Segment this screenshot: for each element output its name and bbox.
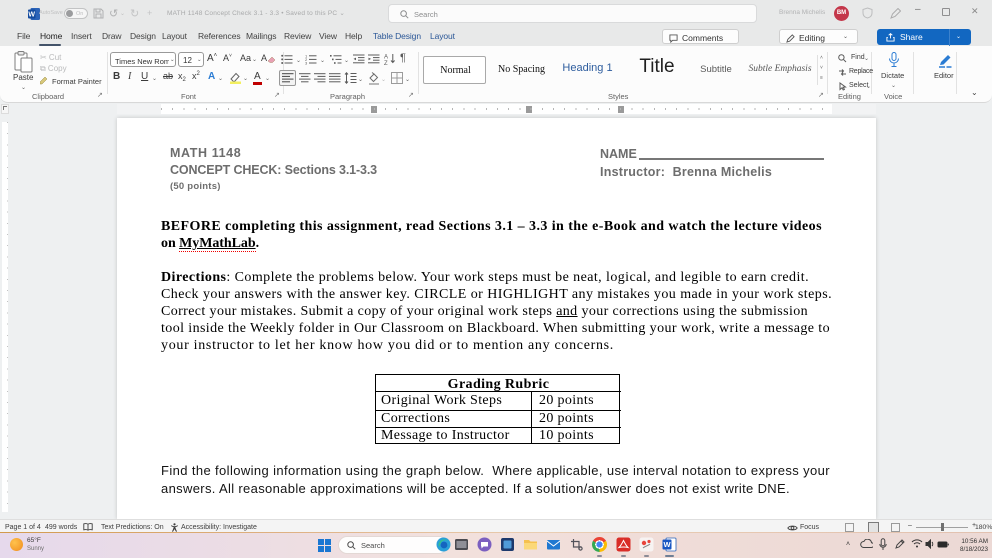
svg-text:A: A <box>384 54 388 60</box>
svg-text:Z: Z <box>384 61 388 65</box>
svg-text:3: 3 <box>305 61 308 65</box>
svg-text:W: W <box>28 12 35 19</box>
svg-text:W: W <box>663 540 671 549</box>
